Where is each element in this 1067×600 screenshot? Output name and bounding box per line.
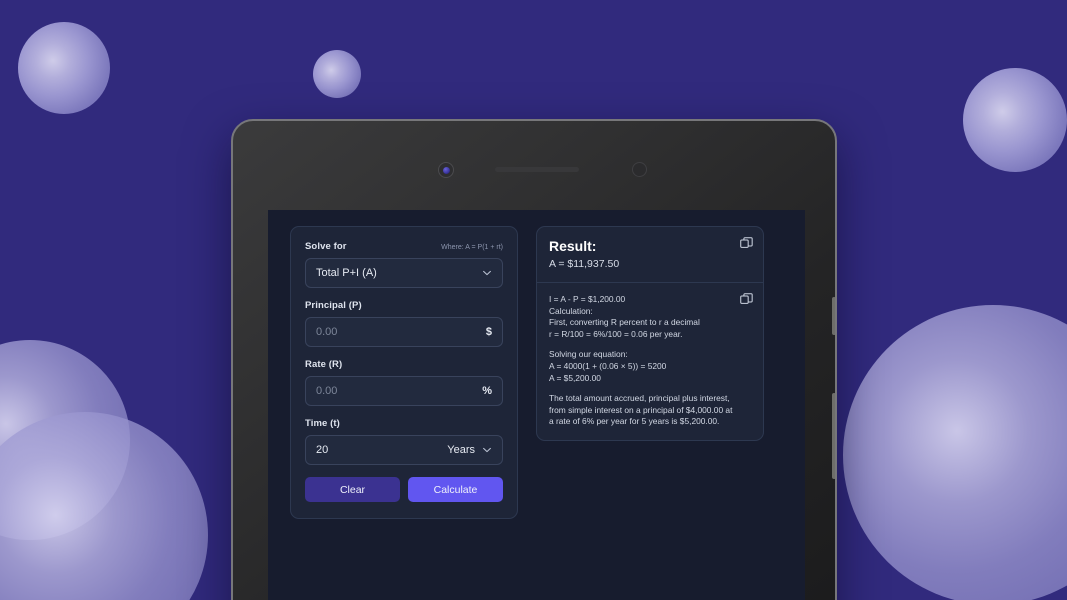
device-bezel [233,121,835,211]
detail-spacer [549,340,735,349]
result-value: A = $11,937.50 [549,258,620,270]
rate-header: Rate (R) [305,359,503,370]
calculation-detail-block-1: I = A - P = $1,200.00 Calculation: First… [549,294,700,339]
solve-for-header: Solve for Where: A = P(1 + rt) [305,241,503,252]
time-value: 20 [316,444,329,456]
solve-for-label: Solve for [305,241,347,252]
dollar-sign-icon: $ [485,326,492,338]
principal-header: Principal (P) [305,300,503,311]
copy-icon[interactable] [740,237,753,250]
action-buttons: Clear Calculate [305,477,503,502]
volume-button[interactable] [832,393,835,479]
sphere-bottom-left-2 [0,412,208,600]
rate-input[interactable]: 0.00 % [305,376,503,406]
time-header: Time (t) [305,418,503,429]
formula-hint: Where: A = P(1 + rt) [441,244,503,251]
power-button[interactable] [832,297,835,335]
principal-label: Principal (P) [305,300,362,311]
interest-calculator-app: Solve for Where: A = P(1 + rt) Total P+I… [268,210,805,535]
screenshot-stage: Solve for Where: A = P(1 + rt) Total P+I… [0,0,1067,600]
result-title: Result: [549,238,597,254]
time-unit-value: Years [447,444,475,456]
sphere-top-right [963,68,1067,172]
percent-sign-icon: % [482,385,492,397]
chevron-down-icon[interactable] [482,445,492,455]
solve-for-selected-value: Total P+I (A) [316,267,377,279]
result-card: Result: A = $11,937.50 I = A - P = $1,20… [536,226,764,441]
calculator-card: Solve for Where: A = P(1 + rt) Total P+I… [290,226,518,519]
sensor-dot-icon [632,162,647,177]
time-label: Time (t) [305,418,340,429]
solve-for-select[interactable]: Total P+I (A) [305,258,503,288]
camera-lens-icon [438,162,454,178]
tablet-screen: Solve for Where: A = P(1 + rt) Total P+I… [268,210,805,600]
sphere-bottom-left-1 [0,340,130,540]
result-main-section: Result: A = $11,937.50 [537,227,763,283]
detail-spacer [549,384,735,393]
calculation-detail-block-2: Solving our equation: A = 4000(1 + (0.06… [549,349,667,383]
time-input[interactable]: 20 Years [305,435,503,465]
principal-input[interactable]: 0.00 $ [305,317,503,347]
calculate-button[interactable]: Calculate [408,477,503,502]
sphere-top-middle [313,50,361,98]
sphere-top-left [18,22,110,114]
chevron-down-icon [482,268,492,278]
result-detail-section: I = A - P = $1,200.00 Calculation: First… [537,283,763,440]
principal-value: 0.00 [316,326,338,338]
clear-button[interactable]: Clear [305,477,400,502]
sphere-bottom-right [843,305,1067,600]
rate-value: 0.00 [316,385,338,397]
rate-label: Rate (R) [305,359,343,370]
copy-icon[interactable] [740,293,753,306]
calculation-summary: The total amount accrued, principal plus… [549,393,733,427]
tablet-device: Solve for Where: A = P(1 + rt) Total P+I… [231,119,837,600]
speaker-grille-icon [495,167,579,172]
